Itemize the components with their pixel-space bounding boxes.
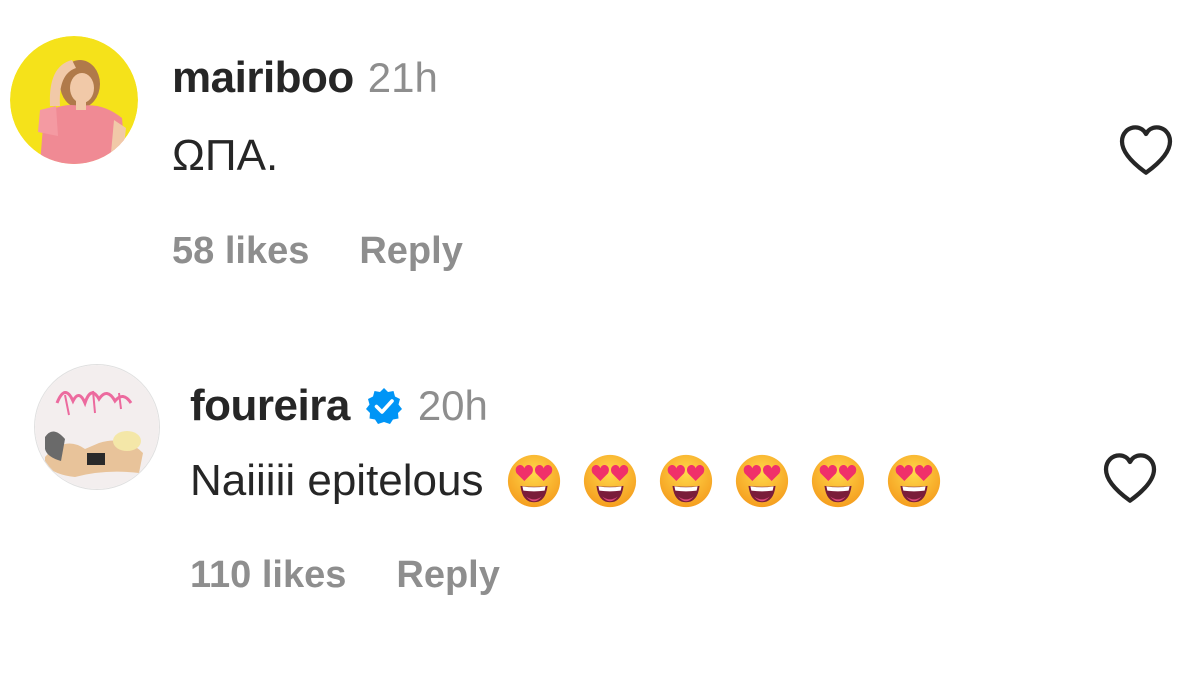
avatar[interactable] bbox=[10, 36, 138, 164]
comment-actions: 110 likes Reply bbox=[190, 554, 500, 602]
heart-eyes-emoji-icon bbox=[584, 454, 637, 508]
comment-foureira: foureira 20h Naiiiii epitelous 110 likes… bbox=[0, 340, 1200, 660]
comment-actions: 58 likes Reply bbox=[172, 230, 463, 278]
like-heart-icon[interactable] bbox=[1114, 118, 1178, 182]
timestamp[interactable]: 21h bbox=[368, 54, 438, 102]
comment-text: Naiiiii epitelous bbox=[190, 446, 943, 516]
heart-eyes-emoji-icon bbox=[508, 454, 561, 508]
comment-text: ΩΠΑ. bbox=[172, 128, 278, 184]
avatar-image bbox=[10, 36, 138, 164]
likes-count[interactable]: 58 likes bbox=[172, 230, 309, 278]
username[interactable]: foureira bbox=[190, 381, 350, 431]
emoji-row bbox=[505, 452, 943, 510]
heart-eyes-emoji-icon bbox=[736, 454, 789, 508]
likes-count[interactable]: 110 likes bbox=[190, 554, 346, 602]
heart-eyes-emoji-icon bbox=[812, 454, 865, 508]
comment-text-content: Naiiiii epitelous bbox=[190, 456, 484, 505]
comment-header: mairiboo 21h bbox=[172, 50, 438, 106]
comment-mairiboo: mairiboo 21h ΩΠΑ. 58 likes Reply bbox=[0, 0, 1200, 320]
comment-text-content: ΩΠΑ. bbox=[172, 131, 279, 180]
heart-eyes-emoji-icon bbox=[888, 454, 941, 508]
avatar[interactable] bbox=[34, 364, 160, 490]
reply-button[interactable]: Reply bbox=[359, 230, 462, 278]
heart-eyes-emoji-icon bbox=[660, 454, 713, 508]
avatar-image bbox=[35, 365, 159, 489]
reply-button[interactable]: Reply bbox=[396, 554, 499, 602]
like-heart-icon[interactable] bbox=[1098, 446, 1162, 510]
timestamp[interactable]: 20h bbox=[418, 382, 488, 430]
username[interactable]: mairiboo bbox=[172, 53, 354, 103]
comment-header: foureira 20h bbox=[190, 378, 488, 434]
verified-badge-icon bbox=[365, 388, 402, 424]
